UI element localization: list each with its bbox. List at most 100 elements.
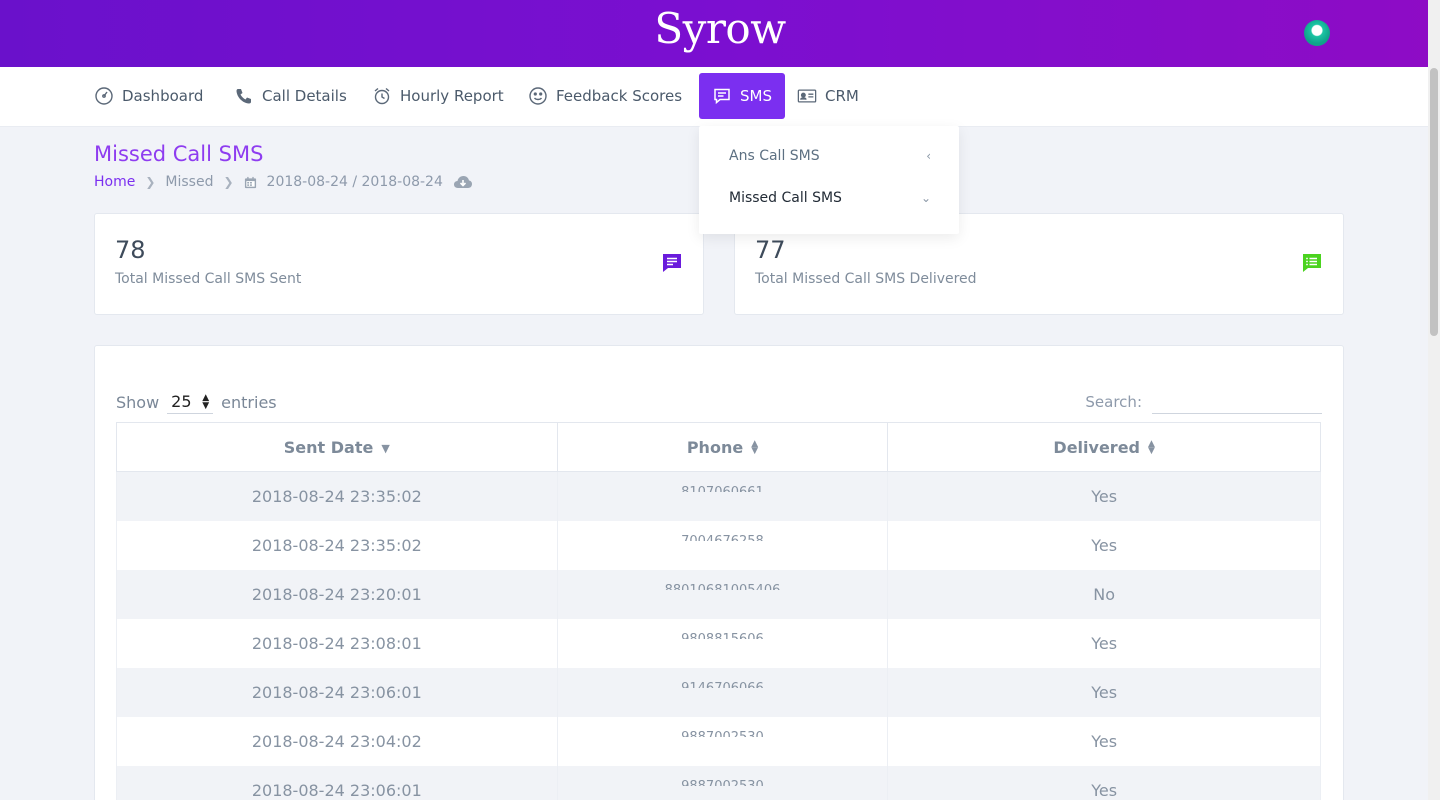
dropdown-item-label: Ans Call SMS bbox=[729, 148, 820, 164]
sms-table-panel: Show 25 ▲ ▼ entries Search: Sent Date ▼ Ph… bbox=[94, 345, 1344, 800]
column-header-sent-date[interactable]: Sent Date ▼ bbox=[116, 422, 558, 472]
cell-phone-value: 9887002530 bbox=[681, 729, 764, 737]
table-row: 2018-08-24 23:08:01 9808815606 Yes bbox=[116, 618, 1321, 668]
cell-sent-date: 2018-08-24 23:20:01 bbox=[116, 569, 558, 619]
table-row: 2018-08-24 23:35:02 7004676258 Yes bbox=[116, 520, 1321, 570]
brand-logo[interactable]: Syrow bbox=[0, 4, 1440, 53]
message-list-icon bbox=[1303, 254, 1321, 272]
table-row: 2018-08-24 23:06:01 9887002530 Yes bbox=[116, 765, 1321, 800]
entries-label: entries bbox=[221, 392, 277, 412]
stat-card-sent: 78 Total Missed Call SMS Sent bbox=[94, 213, 704, 315]
stat-value: 77 bbox=[755, 236, 786, 264]
entries-length-control: Show 25 ▲ ▼ entries bbox=[116, 390, 277, 414]
dropdown-item-ans-call-sms[interactable]: Ans Call SMS ‹ bbox=[729, 146, 931, 166]
sort-icon: ▲ ▼ bbox=[1148, 439, 1155, 456]
cell-phone-value: 7004676258 bbox=[681, 533, 764, 541]
cell-delivered: Yes bbox=[887, 520, 1321, 570]
cell-phone-value: 8107060661 bbox=[681, 484, 764, 492]
cell-delivered: Yes bbox=[887, 471, 1321, 521]
sort-desc-icon: ▼ bbox=[381, 441, 390, 455]
cell-phone-value: 9887002530 bbox=[681, 778, 764, 786]
table-header-row: Sent Date ▼ Phone ▲ ▼ Delivered ▲ ▼ bbox=[116, 422, 1321, 472]
nav-item-dashboard[interactable]: Dashboard bbox=[86, 73, 211, 119]
nav-label: CRM bbox=[825, 87, 859, 105]
alarm-icon bbox=[374, 87, 390, 105]
table-row: 2018-08-24 23:35:02 8107060661 Yes bbox=[116, 471, 1321, 521]
table-row: 2018-08-24 23:04:02 9887002530 Yes bbox=[116, 716, 1321, 766]
id-card-icon bbox=[797, 89, 817, 103]
breadcrumb: Home ❯ Missed ❯ 2018-08-24 / 2018-08-24 bbox=[94, 173, 473, 191]
cell-sent-date: 2018-08-24 23:04:02 bbox=[116, 716, 558, 766]
chevron-right-icon: ❯ bbox=[145, 175, 156, 189]
column-header-label: Sent Date bbox=[283, 437, 374, 457]
user-avatar[interactable] bbox=[1304, 20, 1330, 46]
cell-delivered: Yes bbox=[887, 765, 1321, 800]
nav-label: Hourly Report bbox=[400, 87, 504, 105]
chevron-right-icon: ❯ bbox=[223, 175, 234, 189]
sms-dropdown-menu: Ans Call SMS ‹ Missed Call SMS ⌄ bbox=[699, 126, 959, 234]
table-row: 2018-08-24 23:20:01 88010681005406 No bbox=[116, 569, 1321, 619]
cell-delivered: Yes bbox=[887, 667, 1321, 717]
cloud-download-icon[interactable] bbox=[453, 174, 473, 190]
column-header-label: Phone bbox=[686, 437, 744, 457]
sms-table: Sent Date ▼ Phone ▲ ▼ Delivered ▲ ▼ 2018-08-2… bbox=[116, 422, 1321, 800]
smile-icon bbox=[529, 87, 547, 105]
cell-sent-date: 2018-08-24 23:35:02 bbox=[116, 471, 558, 521]
cell-delivered: Yes bbox=[887, 618, 1321, 668]
search-label: Search: bbox=[1085, 393, 1142, 411]
stat-label: Total Missed Call SMS Delivered bbox=[755, 271, 977, 287]
cell-sent-date: 2018-08-24 23:06:01 bbox=[116, 667, 558, 717]
page-scrollbar[interactable] bbox=[1428, 0, 1440, 800]
entries-select-value: 25 bbox=[171, 392, 192, 411]
cell-sent-date: 2018-08-24 23:35:02 bbox=[116, 520, 558, 570]
sort-icon: ▲ ▼ bbox=[751, 439, 759, 456]
chevron-left-icon: ‹ bbox=[926, 149, 931, 163]
nav-item-hourly-report[interactable]: Hourly Report bbox=[364, 73, 512, 119]
breadcrumb-date-range[interactable]: 2018-08-24 / 2018-08-24 bbox=[267, 174, 443, 190]
stat-label: Total Missed Call SMS Sent bbox=[115, 271, 302, 287]
select-arrows-icon: ▲ ▼ bbox=[202, 392, 210, 411]
cell-phone: 9887002530 bbox=[556, 765, 889, 800]
cell-delivered: Yes bbox=[887, 716, 1321, 766]
calendar-icon bbox=[244, 176, 256, 188]
entries-select[interactable]: 25 ▲ ▼ bbox=[167, 390, 214, 414]
message-icon bbox=[714, 88, 730, 105]
column-header-label: Delivered bbox=[1053, 437, 1140, 457]
show-label: Show bbox=[116, 392, 160, 412]
top-header: Syrow bbox=[0, 0, 1440, 67]
nav-item-call-details[interactable]: Call Details bbox=[226, 73, 355, 119]
column-header-delivered[interactable]: Delivered ▲ ▼ bbox=[887, 422, 1321, 472]
table-row: 2018-08-24 23:06:01 9146706066 Yes bbox=[116, 667, 1321, 717]
cell-phone-value: 9146706066 bbox=[681, 680, 764, 688]
dropdown-item-missed-call-sms[interactable]: Missed Call SMS ⌄ bbox=[729, 188, 931, 208]
column-header-phone[interactable]: Phone ▲ ▼ bbox=[556, 422, 889, 472]
scrollbar-thumb[interactable] bbox=[1430, 68, 1438, 336]
cell-phone: 8107060661 bbox=[556, 471, 889, 521]
chevron-down-icon: ⌄ bbox=[920, 191, 931, 205]
dashboard-icon bbox=[95, 87, 113, 105]
stat-value: 78 bbox=[115, 236, 146, 264]
cell-phone: 88010681005406 bbox=[556, 569, 889, 619]
cell-phone-value: 88010681005406 bbox=[665, 582, 781, 590]
nav-item-feedback-scores[interactable]: Feedback Scores bbox=[520, 73, 690, 119]
message-icon bbox=[663, 254, 681, 272]
nav-item-sms[interactable]: SMS bbox=[699, 73, 785, 119]
cell-phone: 9146706066 bbox=[556, 667, 889, 717]
cell-phone-value: 9808815606 bbox=[681, 631, 764, 639]
nav-label: Feedback Scores bbox=[556, 87, 683, 105]
table-search: Search: bbox=[1085, 390, 1322, 414]
nav-label: SMS bbox=[740, 87, 772, 105]
cell-phone: 9887002530 bbox=[556, 716, 889, 766]
cell-sent-date: 2018-08-24 23:08:01 bbox=[116, 618, 558, 668]
cell-phone: 9808815606 bbox=[556, 618, 889, 668]
main-nav: Dashboard Call Details Hourly Report Fee… bbox=[0, 67, 1428, 127]
search-input[interactable] bbox=[1152, 390, 1322, 414]
cell-sent-date: 2018-08-24 23:06:01 bbox=[116, 765, 558, 800]
breadcrumb-home-link[interactable]: Home bbox=[94, 174, 135, 190]
cell-delivered: No bbox=[887, 569, 1321, 619]
page-title: Missed Call SMS bbox=[94, 142, 264, 166]
nav-label: Dashboard bbox=[122, 87, 204, 105]
phone-icon bbox=[236, 89, 251, 104]
dropdown-item-label: Missed Call SMS bbox=[729, 190, 842, 206]
nav-item-crm[interactable]: CRM bbox=[789, 73, 867, 119]
